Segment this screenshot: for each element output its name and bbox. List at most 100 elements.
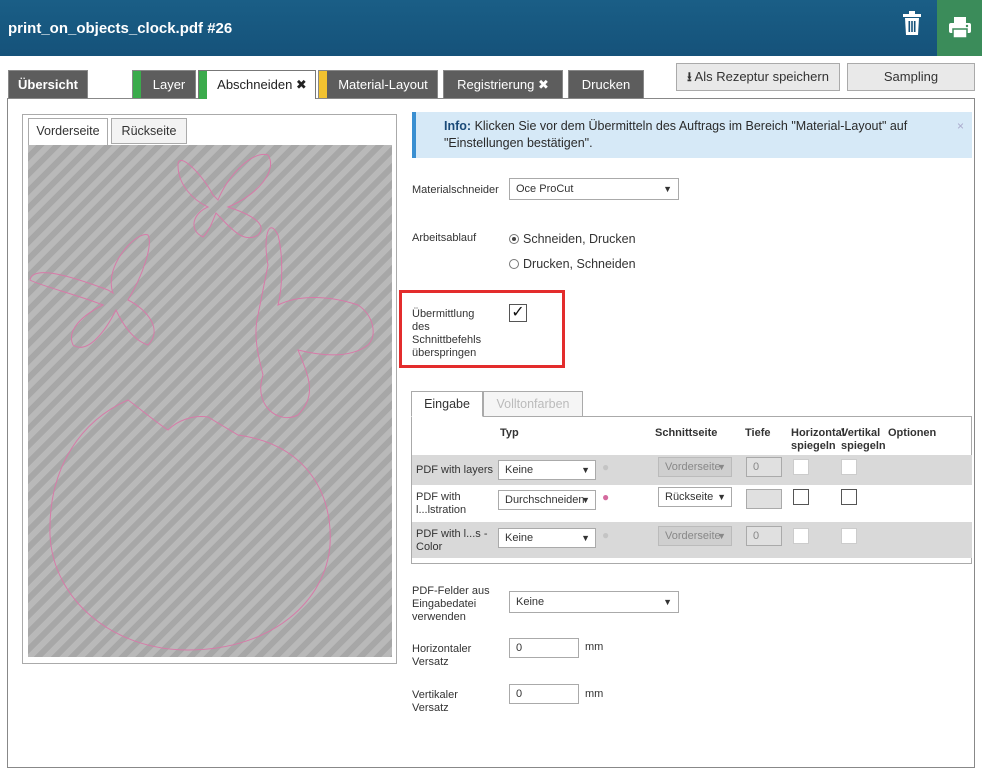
window-title: print_on_objects_clock.pdf #26 [8, 20, 233, 37]
tab-print[interactable]: Drucken [568, 70, 644, 98]
column-header: Tiefe [745, 427, 771, 439]
side-value: Vorderseite [665, 461, 721, 473]
column-header: Vertikal spiegeln [841, 427, 886, 452]
type-select[interactable]: Durchschneiden ▼ [498, 490, 596, 510]
tab-registration[interactable]: Registrierung ✖ [443, 70, 563, 98]
tab-material-layout[interactable]: Material-Layout [318, 70, 438, 98]
print-button[interactable] [937, 0, 982, 56]
butterfly-shape-top [177, 153, 272, 238]
depth-input[interactable]: 0 [746, 526, 782, 546]
pdf-fields-label: PDF-Felder aus Eingabedatei verwenden [412, 585, 490, 623]
tab-cutting[interactable]: Abschneiden ✖ [198, 70, 316, 99]
tab-spot-colors[interactable]: Volltonfarben [483, 391, 583, 417]
depth-value: 0 [753, 461, 760, 473]
chevron-down-icon: ▼ [581, 533, 590, 543]
radio-selected [509, 234, 519, 244]
h-offset-value: 0 [516, 642, 523, 654]
tab-input[interactable]: Eingabe [411, 391, 483, 417]
row-label: PDF with l...lstration [416, 491, 467, 516]
workflow-option-label: Drucken, Schneiden [523, 257, 636, 271]
tab-layer[interactable]: Layer [132, 70, 196, 98]
chevron-down-icon: ▼ [717, 492, 726, 502]
cutter-label: Materialschneider [412, 184, 499, 196]
workflow-option-cut-print[interactable]: Schneiden, Drucken [509, 232, 636, 246]
depth-input[interactable] [746, 489, 782, 509]
mirror-v-checkbox[interactable] [841, 489, 857, 505]
table-row: PDF with l...s - Color Keine ▼ ● Vorderse… [412, 522, 972, 558]
chevron-down-icon: ▼ [663, 184, 672, 194]
cut-side-select[interactable]: Rückseite ▼ [658, 487, 732, 507]
unit-label: mm [585, 688, 604, 700]
row-label: PDF with layers [416, 464, 494, 476]
tab-overview[interactable]: Übersicht [8, 70, 88, 98]
cut-side-select[interactable]: Vorderseite ▼ [658, 526, 732, 546]
tab-label: Abschneiden ✖ [217, 77, 307, 92]
printer-icon [948, 17, 971, 39]
h-offset-input[interactable]: 0 [509, 638, 579, 658]
mirror-v-checkbox[interactable] [841, 528, 857, 544]
cutter-select[interactable]: Oce ProCut ▼ [509, 178, 679, 200]
tab-label: Drucken [581, 77, 631, 92]
mirror-h-checkbox[interactable] [793, 489, 809, 505]
drop-icon: ● [602, 490, 610, 504]
cut-side-select[interactable]: Vorderseite ▼ [658, 457, 732, 477]
mirror-v-checkbox[interactable] [841, 459, 857, 475]
chevron-down-icon: ▼ [581, 495, 590, 505]
depth-input[interactable]: 0 [746, 457, 782, 477]
column-header: Typ [500, 427, 519, 439]
info-text: Klicken Sie vor dem Übermitteln des Auft… [444, 119, 908, 150]
drop-icon: ● [602, 460, 610, 474]
chevron-down-icon: ▼ [663, 597, 672, 607]
type-value: Durchschneiden [505, 494, 585, 506]
depth-value: 0 [753, 530, 760, 542]
cut-preview-canvas[interactable] [28, 145, 392, 657]
skip-cut-checkbox[interactable]: ✓ [509, 304, 527, 322]
workflow-label: Arbeitsablauf [412, 232, 477, 244]
type-select[interactable]: Keine ▼ [498, 460, 596, 480]
pdf-fields-select[interactable]: Keine ▼ [509, 591, 679, 613]
tab-label: Material-Layout [338, 77, 428, 92]
pdf-fields-value: Keine [516, 596, 545, 608]
close-icon[interactable]: × [957, 118, 964, 135]
workflow-option-label: Schneiden, Drucken [523, 232, 636, 246]
column-header: Horizontal spiegeln [791, 427, 845, 452]
type-value: Keine [505, 532, 534, 544]
clock-circle-shape [49, 399, 331, 651]
unit-label: mm [585, 641, 604, 653]
delete-button[interactable] [892, 10, 932, 46]
status-stripe [319, 71, 327, 98]
tab-back-side[interactable]: Rückseite [111, 118, 187, 144]
chevron-down-icon: ▼ [717, 462, 726, 472]
cut-lines [29, 153, 374, 651]
mirror-h-checkbox[interactable] [793, 459, 809, 475]
column-header: Optionen [888, 427, 937, 439]
side-value: Rückseite [665, 491, 714, 503]
info-title: Info: [444, 119, 472, 133]
tab-spot-label: Volltonfarben [496, 397, 570, 411]
v-offset-input[interactable]: 0 [509, 684, 579, 704]
tab-input-label: Eingabe [424, 397, 470, 411]
sampling-label: Sampling [883, 69, 939, 84]
type-value: Keine [505, 464, 534, 476]
side-value: Vorderseite [665, 530, 721, 542]
save-recipe-button[interactable]: ⭳ Als Rezeptur speichern [676, 63, 840, 91]
row-label: PDF with l...s - Color [416, 528, 488, 553]
table-row: PDF with l...lstration Durchschneiden ▼ ●… [412, 485, 972, 522]
skip-cut-label: Übermittlung des Schnittbefehls überspri… [412, 308, 482, 359]
workflow-option-print-cut[interactable]: Drucken, Schneiden [509, 257, 636, 271]
radio-unselected [509, 259, 519, 269]
status-stripe [133, 71, 141, 98]
h-offset-label: Horizontaler Versatz [412, 643, 472, 668]
mirror-h-checkbox[interactable] [793, 528, 809, 544]
tab-label: Übersicht [18, 77, 78, 92]
back-label: Rückseite [121, 124, 177, 138]
type-select[interactable]: Keine ▼ [498, 528, 596, 548]
trash-icon [903, 11, 921, 35]
butterfly-shape-left [29, 234, 155, 348]
tab-front-side[interactable]: Vorderseite [28, 118, 108, 146]
tab-label: Registrierung ✖ [457, 77, 549, 92]
drop-icon: ● [602, 528, 610, 542]
download-icon: ⭳ [687, 69, 692, 84]
column-header: Schnittseite [655, 427, 718, 439]
sampling-button[interactable]: Sampling [847, 63, 975, 91]
